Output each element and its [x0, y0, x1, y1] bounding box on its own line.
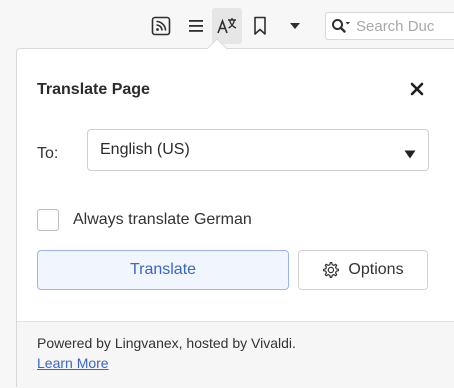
dropdown-caret-icon: [404, 146, 416, 164]
search-field[interactable]: [325, 12, 454, 40]
translate-button[interactable]: Translate: [37, 250, 289, 290]
search-icon[interactable]: [326, 18, 356, 34]
always-translate-label[interactable]: Always translate German: [73, 211, 252, 229]
powered-by-text: Powered by Lingvanex, hosted by Vivaldi.: [37, 335, 296, 351]
rss-icon[interactable]: [150, 16, 172, 36]
close-icon[interactable]: [410, 82, 424, 96]
bookmark-icon[interactable]: [250, 16, 270, 36]
popup-footer: Powered by Lingvanex, hosted by Vivaldi.…: [17, 321, 454, 388]
search-input[interactable]: [356, 17, 454, 35]
always-translate-row[interactable]: Always translate German: [37, 209, 252, 231]
address-toolbar: [0, 0, 454, 48]
translate-popup: Translate Page To: English (US) Always t…: [16, 48, 454, 388]
gear-icon: [323, 262, 340, 279]
options-label: Options: [348, 261, 404, 278]
target-language-label: To:: [37, 145, 59, 162]
popup-title: Translate Page: [37, 81, 150, 98]
learn-more-link[interactable]: Learn More: [37, 355, 109, 371]
menu-caret-icon[interactable]: [287, 16, 303, 36]
close-button[interactable]: [405, 77, 429, 101]
options-button[interactable]: Options: [298, 250, 428, 290]
target-language-select[interactable]: English (US): [87, 129, 429, 171]
reader-view-icon[interactable]: [186, 16, 206, 36]
selected-language: English (US): [100, 141, 190, 158]
always-translate-checkbox[interactable]: [37, 209, 59, 231]
